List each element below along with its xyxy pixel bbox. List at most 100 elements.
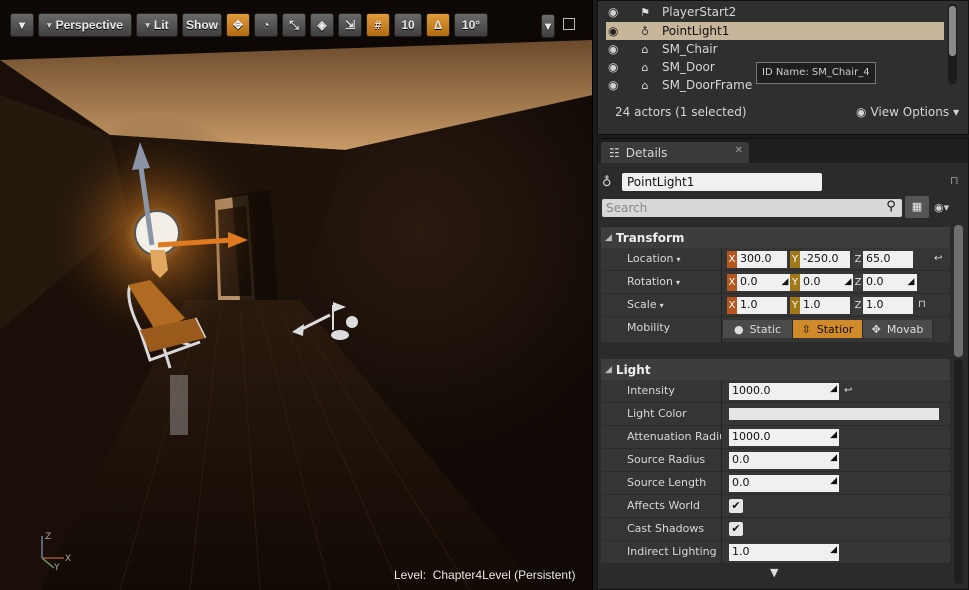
mobility-static-button[interactable]: ● Static bbox=[723, 320, 793, 338]
viewport-menu-button[interactable]: ▾ bbox=[541, 14, 555, 38]
scale-x[interactable]: X 1.0 bbox=[727, 297, 787, 314]
static-mesh-icon: ⌂ bbox=[641, 60, 649, 74]
visibility-eye-icon[interactable]: ◉ bbox=[608, 5, 626, 19]
tab-details[interactable]: ☷ Details ✕ bbox=[601, 142, 749, 163]
visibility-eye-icon[interactable]: ◉ bbox=[608, 24, 626, 38]
scale-label[interactable]: Scale ▾ bbox=[627, 298, 721, 311]
lit-button[interactable]: ▾ Lit bbox=[136, 13, 178, 37]
level-viewport[interactable]: ▾ ▾ Perspective ▾ Lit Show ✥ ◔ ⤡ ◈ ⇲ # 10 … bbox=[0, 0, 593, 590]
actor-name-field[interactable]: PointLight1 bbox=[622, 173, 822, 191]
light-color-swatch[interactable] bbox=[729, 408, 939, 420]
angle-icon: ∆ bbox=[434, 18, 442, 32]
world-local-button[interactable]: ◈ bbox=[310, 13, 334, 37]
indirect-lighting-label: Indirect Lighting In bbox=[627, 545, 721, 558]
expand-advanced-icon[interactable]: ▼ bbox=[770, 566, 778, 579]
light-color-label[interactable]: Light Color bbox=[627, 407, 721, 420]
spin-icon: ◢ bbox=[905, 274, 917, 291]
actor-name: SM_DoorFrame bbox=[662, 78, 753, 92]
details-scrollbar-track[interactable] bbox=[954, 359, 963, 584]
affects-world-row: Affects World ✔ bbox=[601, 495, 950, 518]
viewport-options-button[interactable]: ▾ bbox=[10, 13, 34, 37]
rotation-snap-toggle[interactable]: ∆ bbox=[426, 13, 450, 37]
grid-snap-value[interactable]: 10 bbox=[394, 13, 422, 37]
actor-name: SM_Door bbox=[662, 60, 715, 74]
surface-snap-button[interactable]: ⇲ bbox=[338, 13, 362, 37]
scale-x-input[interactable]: 1.0 bbox=[737, 297, 787, 314]
visibility-eye-icon[interactable]: ◉ bbox=[608, 60, 626, 74]
spin-icon: ◢ bbox=[830, 384, 837, 394]
location-y-input[interactable]: -250.0 bbox=[800, 251, 850, 268]
reset-to-default-icon[interactable]: ↩ bbox=[934, 253, 942, 264]
outliner-row[interactable]: ◉ ⚑ PlayerStart2 bbox=[606, 3, 944, 21]
intensity-label: Intensity bbox=[627, 384, 675, 397]
transform-category-header[interactable]: ◢ Transform bbox=[601, 227, 950, 248]
visibility-filter-icon[interactable]: ◉▾ bbox=[934, 201, 949, 214]
details-search-input[interactable]: Search bbox=[602, 199, 902, 217]
maximize-viewport-icon[interactable] bbox=[563, 18, 575, 30]
chevron-down-icon: ▾ bbox=[953, 105, 960, 119]
rotation-label[interactable]: Rotation ▾ bbox=[627, 275, 721, 288]
scrollbar-thumb[interactable] bbox=[949, 6, 956, 56]
indirect-lighting-input[interactable]: 1.0 ◢ bbox=[729, 544, 839, 561]
location-row: Location ▾ X 300.0 Y -250.0 Z 65.0 ↩ bbox=[601, 248, 950, 271]
attenuation-row: Attenuation Radius 1000.0◢ bbox=[601, 426, 950, 449]
rotate-tool-button[interactable]: ◔ bbox=[254, 13, 278, 37]
static-mesh-icon: ⌂ bbox=[641, 42, 649, 56]
view-options-button[interactable]: ◉ View Options ▾ bbox=[856, 105, 959, 119]
mobility-movable-button[interactable]: ✥ Movab bbox=[863, 320, 933, 338]
location-label[interactable]: Location ▾ bbox=[627, 252, 721, 265]
category-title: Transform bbox=[615, 230, 685, 245]
scale-row: Scale ▾ X 1.0 Y 1.0 Z 1.0 ⊓ bbox=[601, 294, 950, 317]
light-category-header[interactable]: ◢ Light bbox=[601, 359, 950, 380]
scale-tool-button[interactable]: ⤡ bbox=[282, 13, 306, 37]
cast-shadows-checkbox[interactable]: ✔ bbox=[729, 522, 743, 536]
mobility-stationary-button[interactable]: ⇳ Statior bbox=[793, 320, 863, 338]
outliner-row-selected[interactable]: ◉ ♁ PointLight1 bbox=[606, 22, 944, 40]
reset-to-default-icon[interactable]: ↩ bbox=[844, 385, 852, 396]
source-radius-row: Source Radius 0.0 ◢ bbox=[601, 449, 950, 472]
affects-world-checkbox[interactable]: ✔ bbox=[729, 499, 743, 513]
rotation-y[interactable]: Y 0.0 ◢ bbox=[790, 274, 856, 291]
scale-z-input[interactable]: 1.0 bbox=[863, 297, 913, 314]
perspective-button[interactable]: ▾ Perspective bbox=[38, 13, 132, 37]
search-icon[interactable]: ⚲ bbox=[882, 199, 900, 217]
property-matrix-button[interactable]: ▦ bbox=[905, 196, 929, 218]
lock-icon[interactable]: ⊓ bbox=[950, 174, 959, 187]
chevron-down-icon: ▾ bbox=[659, 301, 664, 310]
outliner-scrollbar[interactable] bbox=[948, 4, 957, 84]
scale-y[interactable]: Y 1.0 bbox=[790, 297, 850, 314]
intensity-input[interactable]: 1000.0 ◢ bbox=[729, 383, 839, 400]
view-options-label: View Options bbox=[870, 105, 950, 119]
scene-render[interactable] bbox=[0, 0, 593, 590]
rotation-row: Rotation ▾ X 0.0 ◢ Y 0.0 ◢ Z 0.0 ◢ bbox=[601, 271, 950, 294]
scale-y-input[interactable]: 1.0 bbox=[800, 297, 850, 314]
visibility-eye-icon[interactable]: ◉ bbox=[608, 78, 626, 92]
rotation-x-input[interactable]: 0.0 bbox=[737, 274, 779, 291]
grid-snap-toggle[interactable]: # bbox=[366, 13, 390, 37]
rotation-y-input[interactable]: 0.0 bbox=[800, 274, 842, 291]
lock-scale-icon[interactable]: ⊓ bbox=[918, 299, 926, 310]
attenuation-input[interactable]: 1000.0 ◢ bbox=[729, 429, 839, 446]
visibility-eye-icon[interactable]: ◉ bbox=[608, 42, 626, 56]
source-length-input[interactable]: 0.0 ◢ bbox=[729, 475, 839, 492]
rotation-snap-value[interactable]: 10° bbox=[454, 13, 488, 37]
location-y[interactable]: Y -250.0 bbox=[790, 251, 850, 268]
location-z-input[interactable]: 65.0 bbox=[863, 251, 913, 268]
translate-tool-button[interactable]: ✥ bbox=[226, 13, 250, 37]
location-z[interactable]: Z 65.0 bbox=[853, 251, 913, 268]
chevron-down-icon: ▾ bbox=[676, 278, 681, 287]
source-length-label: Source Length bbox=[627, 476, 707, 489]
grid-icon: # bbox=[374, 18, 382, 32]
location-x-input[interactable]: 300.0 bbox=[737, 251, 787, 268]
location-x[interactable]: X 300.0 bbox=[727, 251, 787, 268]
details-scrollbar-thumb[interactable] bbox=[954, 225, 963, 357]
close-icon[interactable]: ✕ bbox=[735, 145, 743, 156]
show-button[interactable]: Show bbox=[182, 13, 222, 37]
rotation-x[interactable]: X 0.0 ◢ bbox=[727, 274, 793, 291]
outliner-row[interactable]: ◉ ⌂ SM_Chair bbox=[606, 40, 944, 58]
stationary-icon: ⇳ bbox=[801, 322, 811, 336]
scale-z[interactable]: Z 1.0 bbox=[853, 297, 913, 314]
source-radius-input[interactable]: 0.0 ◢ bbox=[729, 452, 839, 469]
rotation-z[interactable]: Z 0.0 ◢ bbox=[853, 274, 919, 291]
rotation-z-input[interactable]: 0.0 bbox=[863, 274, 905, 291]
